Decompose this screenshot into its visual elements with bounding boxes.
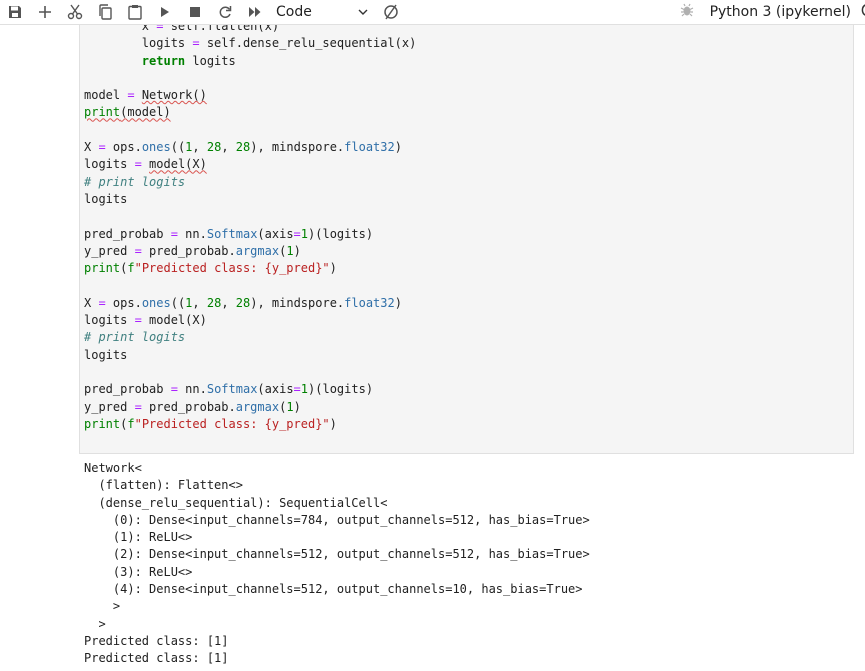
code-line: model = Network(): [84, 88, 207, 103]
code-line: # print logits: [84, 330, 186, 345]
code-text: x = self.flatten(x) logits = self.dense_…: [84, 25, 416, 433]
code-line: logits: [84, 347, 128, 362]
paste-icon[interactable]: [120, 1, 150, 23]
code-cell-editor[interactable]: x = self.flatten(x) logits = self.dense_…: [79, 25, 854, 454]
add-cell-icon[interactable]: [30, 1, 60, 23]
output-line: Predicted class: [1]: [84, 633, 229, 648]
code-line: y_pred = pred_probab.argmax(1): [84, 243, 301, 258]
output-line: (3): ReLU<>: [84, 564, 193, 579]
output-line: (flatten): Flatten<>: [84, 478, 243, 493]
format-icon[interactable]: [376, 1, 406, 23]
code-line: print(f"Predicted class: {y_pred}"): [84, 416, 337, 431]
output-line: (dense_relu_sequential): SequentialCell<: [84, 495, 388, 510]
code-line: logits: [84, 191, 128, 206]
copy-icon[interactable]: [90, 1, 120, 23]
code-line: X = ops.ones((1, 28, 28), mindspore.floa…: [84, 140, 402, 155]
kernel-indicator[interactable]: Python 3 (ipykernel): [680, 0, 865, 24]
output-line: (2): Dense<input_channels=512, output_ch…: [84, 547, 590, 562]
output-text: Network< (flatten): Flatten<> (dense_rel…: [84, 460, 590, 668]
code-line: return logits: [141, 53, 236, 68]
cut-icon[interactable]: [60, 1, 90, 23]
stop-icon[interactable]: [180, 1, 210, 23]
chevron-down-icon: [358, 9, 368, 15]
code-line: x = self.flatten(x): [84, 25, 280, 33]
output-line: (4): Dense<input_channels=512, output_ch…: [84, 582, 583, 597]
code-line: print(f"Predicted class: {y_pred}"): [84, 261, 337, 276]
run-all-icon[interactable]: [240, 1, 270, 23]
code-line: logits = self.dense_relu_sequential(x): [84, 36, 417, 51]
run-icon[interactable]: [150, 1, 180, 23]
output-line: (1): ReLU<>: [84, 530, 193, 545]
code-line: logits = model(X): [84, 313, 207, 328]
code-line: # print logits: [84, 174, 186, 189]
code-line: pred_probab = nn.Softmax(axis=1)(logits): [84, 382, 374, 397]
code-line: y_pred = pred_probab.argmax(1): [84, 399, 301, 414]
output-line: Network<: [84, 461, 142, 475]
save-icon[interactable]: [0, 1, 30, 23]
code-line: print(model): [84, 105, 171, 120]
output-line: >: [84, 599, 121, 614]
debugger-icon[interactable]: [680, 3, 694, 21]
cell-output: Network< (flatten): Flatten<> (dense_rel…: [84, 460, 590, 668]
code-line: logits = model(X): [84, 157, 207, 172]
output-line: Predicted class: [1]: [84, 651, 229, 666]
code-line: pred_probab = nn.Softmax(axis=1)(logits): [84, 226, 374, 241]
code-line: X = ops.ones((1, 28, 28), mindspore.floa…: [84, 295, 402, 310]
kernel-status-icon: [857, 3, 865, 21]
output-line: >: [84, 616, 106, 631]
kernel-name: Python 3 (ipykernel): [709, 4, 851, 20]
cell-type-select[interactable]: Code: [276, 1, 368, 23]
notebook-toolbar: Code Python 3 (ipykernel): [0, 0, 865, 25]
output-line: (0): Dense<input_channels=784, output_ch…: [84, 512, 590, 527]
restart-icon[interactable]: [210, 1, 240, 23]
cell-type-value: Code: [276, 4, 312, 20]
